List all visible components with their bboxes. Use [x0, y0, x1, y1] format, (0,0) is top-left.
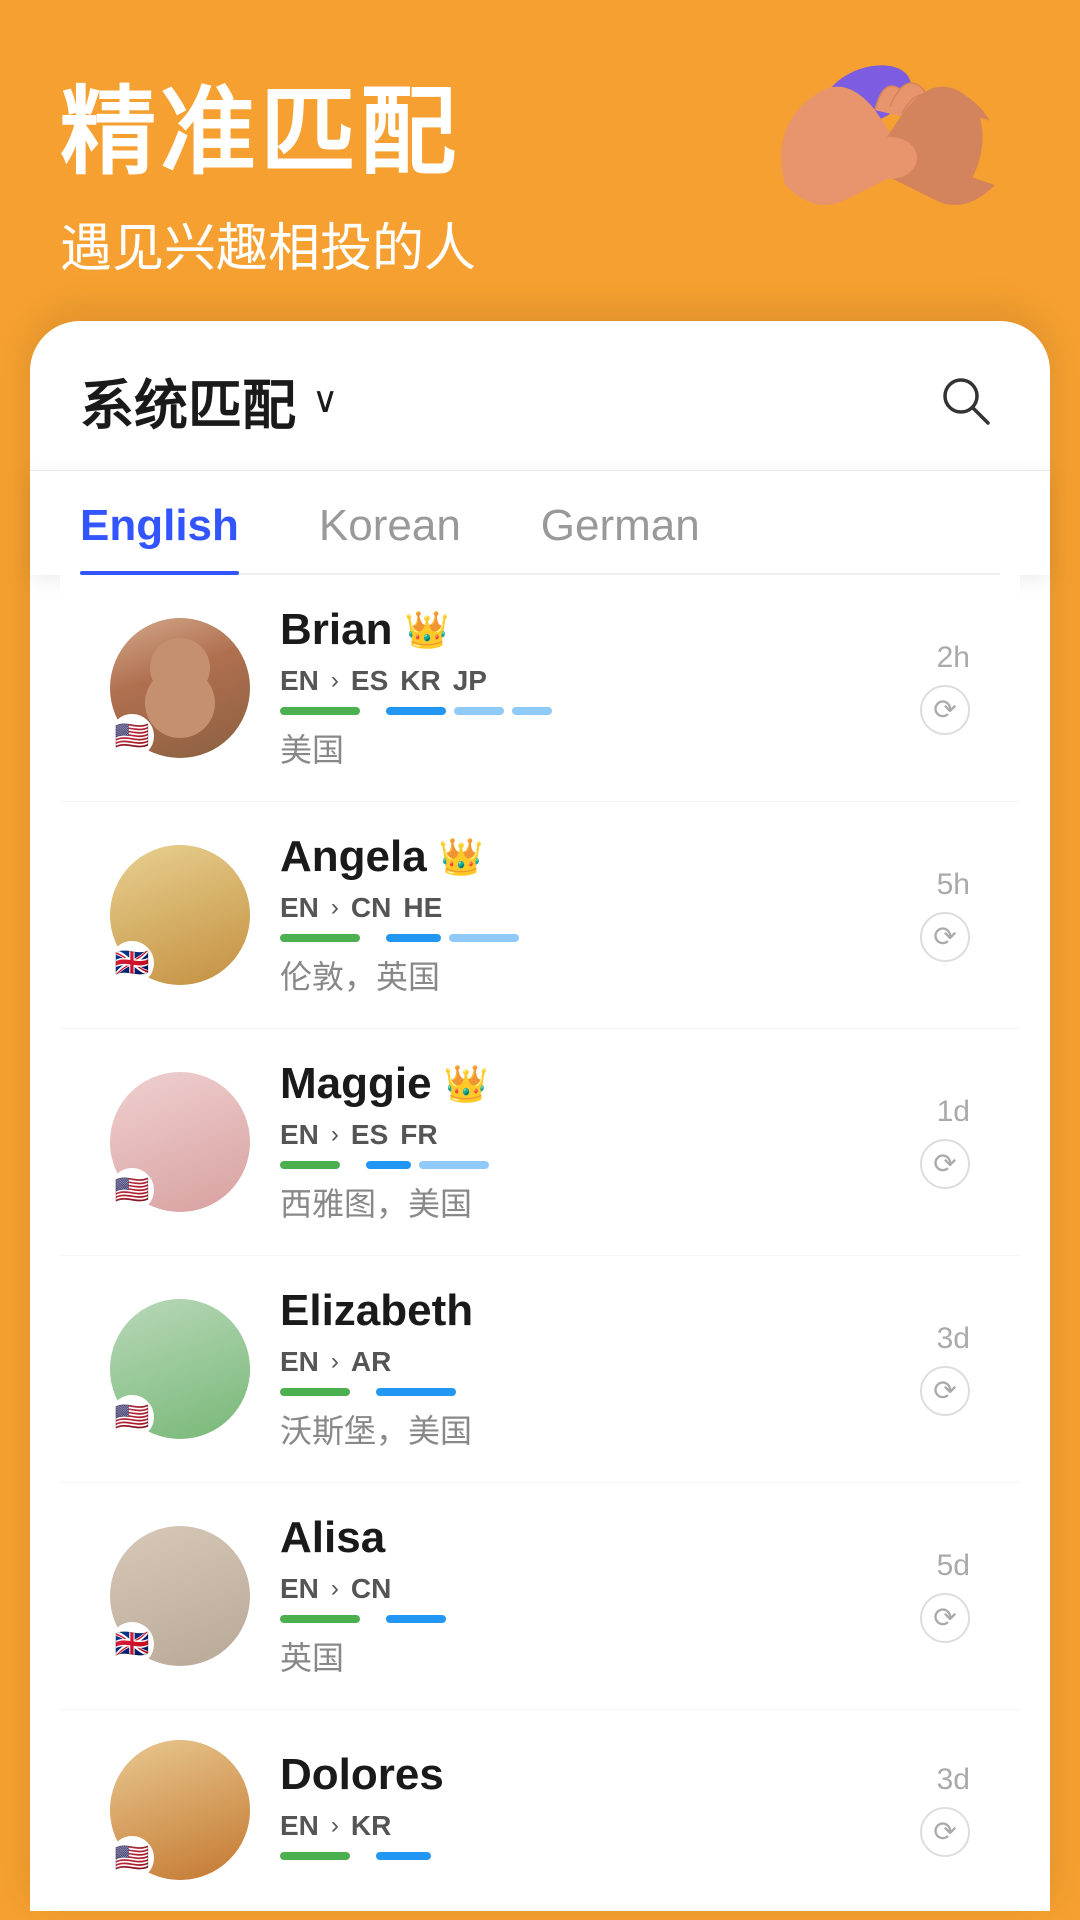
search-dropdown[interactable]: 系统匹配 ∨ — [80, 361, 338, 440]
lang-bars-angela — [280, 932, 920, 942]
user-name-alisa: Alisa — [280, 1513, 385, 1563]
flag-alisa: 🇬🇧 — [110, 1622, 154, 1666]
user-info-maggie: Maggie 👑 EN › ES FR 西雅图，美国 — [280, 1059, 920, 1225]
lang-tags-elizabeth: EN › AR — [280, 1346, 920, 1378]
connect-icon-angela[interactable]: ⟳ — [920, 912, 970, 962]
lang-bars-elizabeth — [280, 1386, 920, 1396]
user-location-brian: 美国 — [280, 725, 920, 771]
user-item-maggie[interactable]: 🇺🇸 Maggie 👑 EN › ES FR — [60, 1029, 1020, 1256]
avatar-elizabeth: 🇺🇸 — [110, 1299, 250, 1439]
user-meta-brian: 2h ⟳ — [920, 641, 970, 735]
user-meta-maggie: 1d ⟳ — [920, 1095, 970, 1189]
connect-icon-maggie[interactable]: ⟳ — [920, 1139, 970, 1189]
tab-english[interactable]: English — [80, 501, 239, 573]
search-bar-area: 系统匹配 ∨ — [30, 321, 1050, 471]
avatar-angela: 🇬🇧 — [110, 845, 250, 985]
user-info-angela: Angela 👑 EN › CN HE 伦敦，英国 — [280, 832, 920, 998]
user-name-maggie: Maggie — [280, 1059, 432, 1109]
dropdown-label: 系统匹配 — [80, 361, 296, 440]
tab-list: English Korean German — [80, 501, 1000, 575]
flag-maggie: 🇺🇸 — [110, 1168, 154, 1212]
crown-icon-brian: 👑 — [404, 609, 449, 651]
search-button[interactable] — [930, 365, 1000, 435]
avatar-alisa: 🇬🇧 — [110, 1526, 250, 1666]
user-meta-dolores: 3d ⟳ — [920, 1763, 970, 1857]
user-info-dolores: Dolores EN › KR — [280, 1750, 920, 1870]
crown-icon-maggie: 👑 — [444, 1063, 489, 1105]
avatar-dolores: 🇺🇸 — [110, 1740, 250, 1880]
lang-tags-brian: EN › ES KR JP — [280, 665, 920, 697]
user-info-alisa: Alisa EN › CN 英国 — [280, 1513, 920, 1679]
lang-tags-angela: EN › CN HE — [280, 892, 920, 924]
user-location-alisa: 英国 — [280, 1633, 920, 1679]
tab-bar: English Korean German — [30, 471, 1050, 575]
handshake-icon — [740, 30, 1040, 310]
user-location-maggie: 西雅图，美国 — [280, 1179, 920, 1225]
avatar-brian: 🇺🇸 — [110, 618, 250, 758]
user-info-elizabeth: Elizabeth EN › AR 沃斯堡，美国 — [280, 1286, 920, 1452]
user-list: 🇺🇸 Brian 👑 EN › ES KR JP — [60, 575, 1020, 1911]
user-meta-alisa: 5d ⟳ — [920, 1549, 970, 1643]
connect-icon-alisa[interactable]: ⟳ — [920, 1593, 970, 1643]
user-location-elizabeth: 沃斯堡，美国 — [280, 1406, 920, 1452]
user-item-brian[interactable]: 🇺🇸 Brian 👑 EN › ES KR JP — [60, 575, 1020, 802]
tab-korean[interactable]: Korean — [319, 501, 461, 573]
tab-german[interactable]: German — [541, 501, 700, 573]
user-meta-elizabeth: 3d ⟳ — [920, 1322, 970, 1416]
lang-bars-brian — [280, 705, 920, 715]
user-location-angela: 伦敦，英国 — [280, 952, 920, 998]
connect-icon-elizabeth[interactable]: ⟳ — [920, 1366, 970, 1416]
lang-bars-alisa — [280, 1613, 920, 1623]
lang-tags-alisa: EN › CN — [280, 1573, 920, 1605]
user-item-alisa[interactable]: 🇬🇧 Alisa EN › CN 英国 5d — [60, 1483, 1020, 1710]
user-meta-angela: 5h ⟳ — [920, 868, 970, 962]
user-name-dolores: Dolores — [280, 1750, 444, 1800]
flag-angela: 🇬🇧 — [110, 941, 154, 985]
user-item-elizabeth[interactable]: 🇺🇸 Elizabeth EN › AR 沃斯堡，美国 — [60, 1256, 1020, 1483]
connect-icon-dolores[interactable]: ⟳ — [920, 1807, 970, 1857]
flag-dolores: 🇺🇸 — [110, 1836, 154, 1880]
user-name-brian: Brian — [280, 605, 392, 655]
lang-bars-dolores — [280, 1850, 920, 1860]
user-info-brian: Brian 👑 EN › ES KR JP 美国 — [280, 605, 920, 771]
connect-icon-brian[interactable]: ⟳ — [920, 685, 970, 735]
user-name-angela: Angela — [280, 832, 427, 882]
crown-icon-angela: 👑 — [439, 836, 484, 878]
avatar-maggie: 🇺🇸 — [110, 1072, 250, 1212]
user-item-angela[interactable]: 🇬🇧 Angela 👑 EN › CN HE — [60, 802, 1020, 1029]
user-name-elizabeth: Elizabeth — [280, 1286, 473, 1336]
chevron-down-icon: ∨ — [312, 379, 338, 421]
lang-tags-maggie: EN › ES FR — [280, 1119, 920, 1151]
flag-brian: 🇺🇸 — [110, 714, 154, 758]
lang-bars-maggie — [280, 1159, 920, 1169]
header-area: 精准匹配 遇见兴趣相投的人 — [0, 0, 1080, 321]
user-item-dolores[interactable]: 🇺🇸 Dolores EN › KR 3d ⟳ — [60, 1710, 1020, 1911]
flag-elizabeth: 🇺🇸 — [110, 1395, 154, 1439]
lang-tags-dolores: EN › KR — [280, 1810, 920, 1842]
